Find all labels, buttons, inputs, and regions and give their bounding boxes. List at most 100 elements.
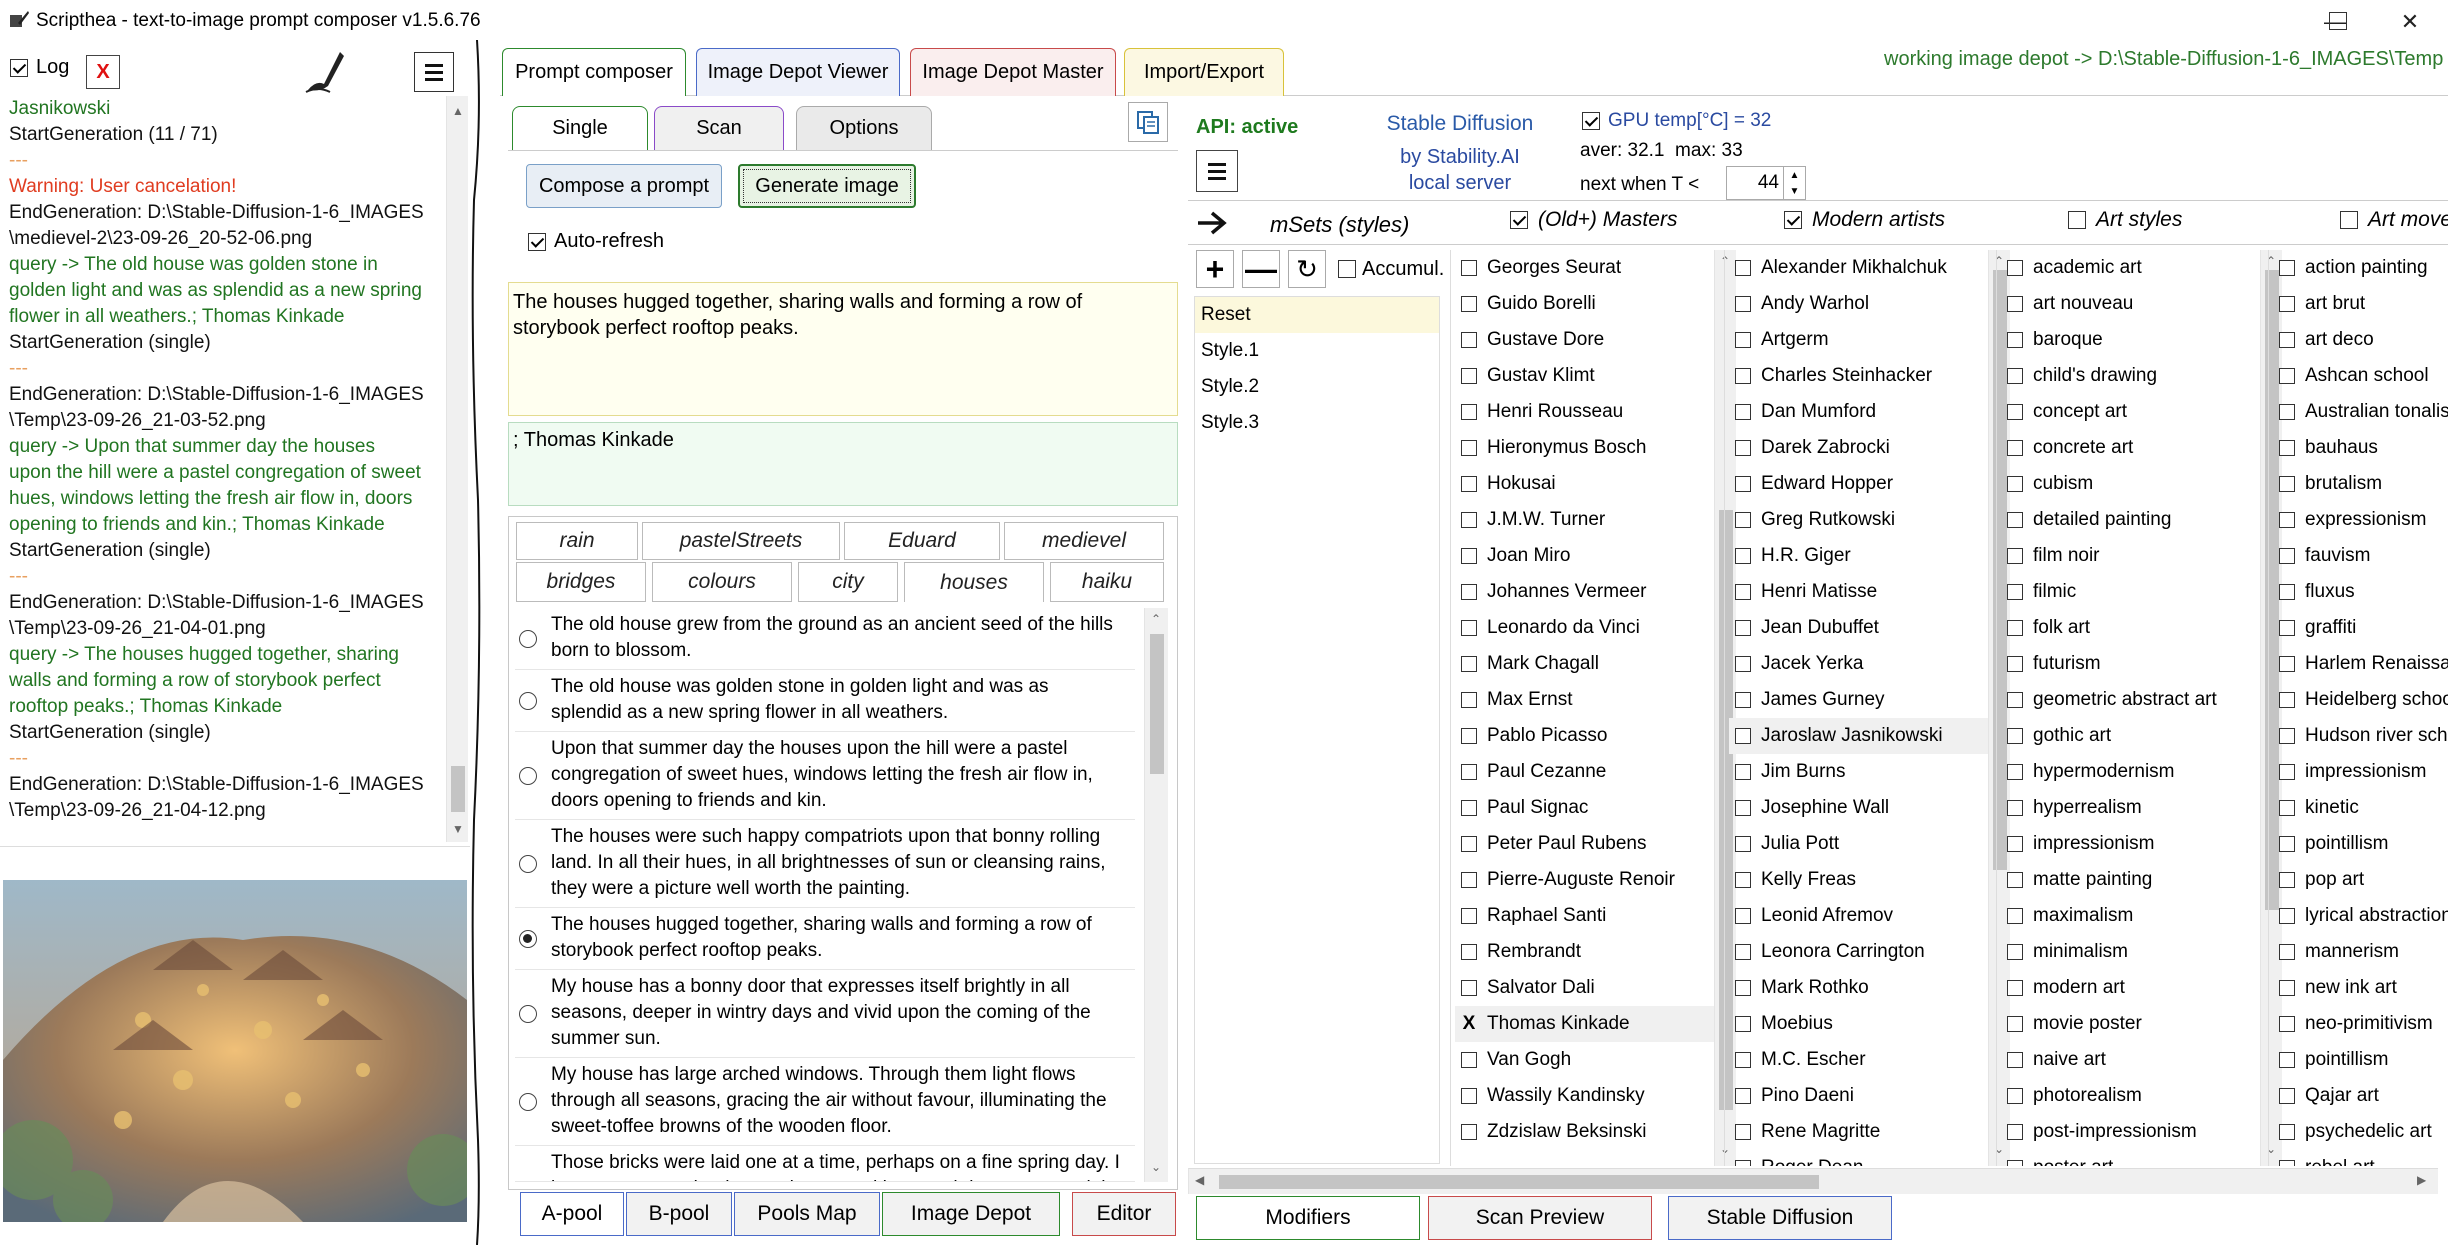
quote-radio[interactable] bbox=[519, 1005, 537, 1023]
column-item[interactable]: mannerism bbox=[2279, 934, 2448, 970]
column-item-checkbox[interactable] bbox=[1735, 296, 1751, 312]
column-item[interactable]: Julia Pott bbox=[1735, 826, 2000, 862]
column-item[interactable]: Johannes Vermeer bbox=[1461, 574, 1726, 610]
column-item-checkbox[interactable] bbox=[1735, 512, 1751, 528]
column-item-checkbox[interactable] bbox=[2007, 332, 2023, 348]
column-header[interactable]: Art movements bbox=[2340, 208, 2448, 232]
column-item-checkbox[interactable] bbox=[1461, 584, 1477, 600]
clear-log-button[interactable]: X bbox=[86, 55, 120, 89]
column-item[interactable]: naive art bbox=[2007, 1042, 2272, 1078]
bottom-tab-a-pool[interactable]: A-pool bbox=[520, 1192, 624, 1236]
column-item-checkbox[interactable] bbox=[2007, 260, 2023, 276]
column-item[interactable]: art nouveau bbox=[2007, 286, 2272, 322]
refresh-set-button[interactable]: ↻ bbox=[1288, 250, 1326, 288]
column-item-checkbox[interactable] bbox=[2279, 692, 2295, 708]
threshold-value[interactable]: 44 bbox=[1727, 172, 1783, 194]
column-item[interactable]: Qajar art bbox=[2279, 1078, 2448, 1114]
column-item[interactable]: post-impressionism bbox=[2007, 1114, 2272, 1150]
column-item-checkbox[interactable] bbox=[2007, 368, 2023, 384]
bottom-tab-image-depot[interactable]: Image Depot bbox=[882, 1192, 1060, 1236]
column-item[interactable]: Salvator Dali bbox=[1461, 970, 1726, 1006]
column-item[interactable]: brutalism bbox=[2279, 466, 2448, 502]
tab-image-depot-viewer[interactable]: Image Depot Viewer bbox=[696, 48, 900, 96]
pool-tab[interactable]: bridges bbox=[516, 562, 646, 602]
column-item-checkbox[interactable] bbox=[2007, 296, 2023, 312]
column-item-checkbox[interactable] bbox=[1735, 1160, 1751, 1166]
quote-radio[interactable] bbox=[519, 630, 537, 648]
column-item[interactable]: baroque bbox=[2007, 322, 2272, 358]
column-item[interactable]: Henri Rousseau bbox=[1461, 394, 1726, 430]
column-item[interactable]: rebel art bbox=[2279, 1150, 2448, 1166]
column-item-checkbox[interactable] bbox=[2007, 404, 2023, 420]
column-item[interactable]: J.M.W. Turner bbox=[1461, 502, 1726, 538]
column-item[interactable]: Josephine Wall bbox=[1735, 790, 2000, 826]
log-scroll-thumb[interactable] bbox=[451, 766, 465, 812]
column-item[interactable]: Max Ernst bbox=[1461, 682, 1726, 718]
scroll-right-icon[interactable]: ▶ bbox=[2417, 1173, 2426, 1187]
column-item[interactable]: child's drawing bbox=[2007, 358, 2272, 394]
column-item-checkbox[interactable] bbox=[1735, 332, 1751, 348]
column-item[interactable]: Pablo Picasso bbox=[1461, 718, 1726, 754]
column-item-checkbox[interactable] bbox=[2007, 548, 2023, 564]
column-item[interactable]: Heidelberg school bbox=[2279, 682, 2448, 718]
column-item-checkbox[interactable] bbox=[1735, 872, 1751, 888]
column-item[interactable]: Australian tonalism bbox=[2279, 394, 2448, 430]
column-item-checkbox[interactable] bbox=[2007, 620, 2023, 636]
column-item[interactable]: Pino Daeni bbox=[1735, 1078, 2000, 1114]
column-item[interactable]: Jaroslaw Jasnikowski bbox=[1729, 718, 2000, 754]
column-item-checkbox[interactable] bbox=[1735, 620, 1751, 636]
column-item-checkbox[interactable] bbox=[1461, 512, 1477, 528]
column-item[interactable]: art deco bbox=[2279, 322, 2448, 358]
scroll-left-icon[interactable]: ◀ bbox=[1195, 1173, 1204, 1187]
pool-tab[interactable]: colours bbox=[652, 562, 792, 602]
column-item[interactable]: Jean Dubuffet bbox=[1735, 610, 2000, 646]
increment-icon[interactable]: ▲ bbox=[1790, 170, 1800, 181]
quote-radio[interactable] bbox=[519, 1181, 537, 1182]
column-item-checkbox[interactable] bbox=[1735, 944, 1751, 960]
column-item-checkbox[interactable] bbox=[1461, 476, 1477, 492]
column-item[interactable]: Mark Chagall bbox=[1461, 646, 1726, 682]
column-item-checkbox[interactable] bbox=[2007, 1124, 2023, 1140]
column-item-checkbox[interactable] bbox=[1735, 692, 1751, 708]
column-header[interactable]: Art styles bbox=[2068, 208, 2182, 232]
column-item-checkbox[interactable] bbox=[1461, 440, 1477, 456]
accumulate-checkbox[interactable] bbox=[1338, 260, 1356, 278]
column-item-checkbox[interactable] bbox=[1461, 872, 1477, 888]
column-item[interactable]: lyrical abstraction bbox=[2279, 898, 2448, 934]
arrow-right-icon[interactable] bbox=[1196, 210, 1228, 236]
column-item-checkbox[interactable] bbox=[2007, 980, 2023, 996]
column-item[interactable]: poster art bbox=[2007, 1150, 2272, 1166]
pool-tab[interactable]: houses bbox=[904, 562, 1044, 602]
column-item-checkbox[interactable] bbox=[2279, 368, 2295, 384]
log-toggle[interactable]: Log bbox=[10, 56, 69, 79]
column-item[interactable]: gothic art bbox=[2007, 718, 2272, 754]
column-item[interactable]: James Gurney bbox=[1735, 682, 2000, 718]
column-item-checkbox[interactable] bbox=[1461, 656, 1477, 672]
scroll-down-icon[interactable]: ⌄ bbox=[1151, 1160, 1161, 1174]
column-item[interactable]: expressionism bbox=[2279, 502, 2448, 538]
tab-image-depot-master[interactable]: Image Depot Master bbox=[910, 48, 1116, 96]
column-header-checkbox[interactable] bbox=[1784, 211, 1802, 229]
column-item[interactable]: detailed painting bbox=[2007, 502, 2272, 538]
column-item[interactable]: Leonardo da Vinci bbox=[1461, 610, 1726, 646]
column-item-checkbox[interactable] bbox=[1735, 656, 1751, 672]
scroll-up-icon[interactable]: ⌃ bbox=[1151, 612, 1161, 626]
pool-tab[interactable]: medievel bbox=[1004, 522, 1164, 560]
column-item[interactable]: Gustave Dore bbox=[1461, 322, 1726, 358]
quote-item[interactable]: The houses were such happy compatriots u… bbox=[515, 820, 1135, 908]
quotes-scrollbar[interactable]: ⌃ ⌄ bbox=[1144, 608, 1168, 1182]
pool-tab[interactable]: Eduard bbox=[844, 522, 1000, 560]
column-item-checkbox[interactable] bbox=[2279, 872, 2295, 888]
column-item-checkbox[interactable] bbox=[1735, 548, 1751, 564]
subtab-single[interactable]: Single bbox=[512, 106, 648, 150]
column-item[interactable]: movie poster bbox=[2007, 1006, 2272, 1042]
column-item[interactable]: psychedelic art bbox=[2279, 1114, 2448, 1150]
column-item-checkbox[interactable] bbox=[2007, 908, 2023, 924]
bottom-tab-stable-diffusion[interactable]: Stable Diffusion bbox=[1668, 1196, 1892, 1240]
column-item[interactable]: Paul Signac bbox=[1461, 790, 1726, 826]
log-scrollbar[interactable]: ▲ ▼ bbox=[446, 96, 468, 842]
column-item[interactable]: academic art bbox=[2007, 250, 2272, 286]
column-item[interactable]: Moebius bbox=[1735, 1006, 2000, 1042]
compose-prompt-button[interactable]: Compose a prompt bbox=[526, 164, 722, 208]
column-item-checkbox[interactable] bbox=[1461, 548, 1477, 564]
